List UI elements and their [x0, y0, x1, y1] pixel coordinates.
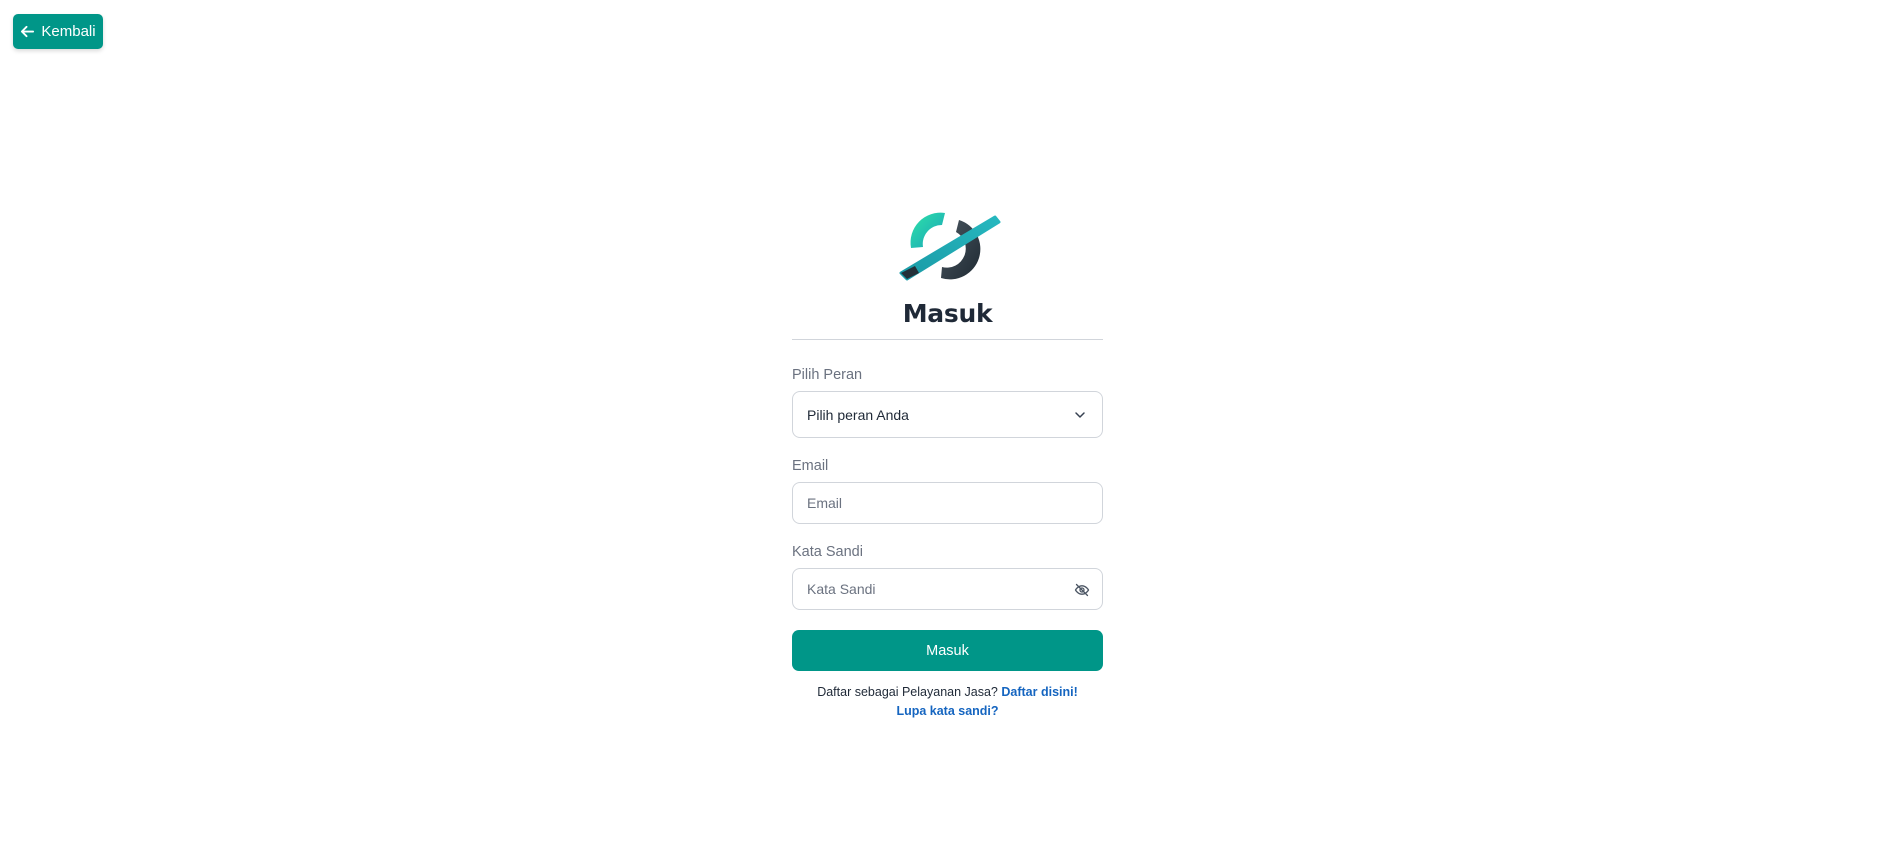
footer-links: Daftar sebagai Pelayanan Jasa? Daftar di…	[792, 683, 1103, 721]
brand-logo-icon	[899, 212, 1000, 281]
arrow-left-icon	[21, 25, 35, 38]
password-field-wrapper	[792, 568, 1103, 610]
role-label: Pilih Peran	[792, 367, 863, 383]
back-button-label: Kembali	[41, 23, 96, 40]
page-title: Masuk	[902, 299, 993, 328]
divider	[792, 339, 1103, 340]
login-card: Masuk Pilih Peran Pilih peran Anda Email…	[792, 200, 1103, 721]
email-label: Email	[792, 458, 829, 474]
eye-off-icon[interactable]	[1074, 582, 1090, 598]
forgot-password-link[interactable]: Lupa kata sandi?	[896, 704, 998, 718]
role-select-value: Pilih peran Anda	[807, 406, 909, 423]
email-field[interactable]	[793, 483, 1102, 523]
back-button[interactable]: Kembali	[13, 14, 103, 49]
email-field-wrapper	[792, 482, 1103, 524]
register-link[interactable]: Daftar disini!	[1001, 685, 1077, 699]
login-button[interactable]: Masuk	[792, 630, 1103, 671]
role-select[interactable]: Pilih peran Anda	[792, 391, 1103, 438]
password-field[interactable]	[793, 569, 1102, 609]
password-label: Kata Sandi	[792, 544, 863, 560]
register-prompt: Daftar sebagai Pelayanan Jasa?	[817, 685, 998, 699]
logo	[792, 200, 1103, 282]
chevron-down-icon	[1075, 412, 1085, 418]
